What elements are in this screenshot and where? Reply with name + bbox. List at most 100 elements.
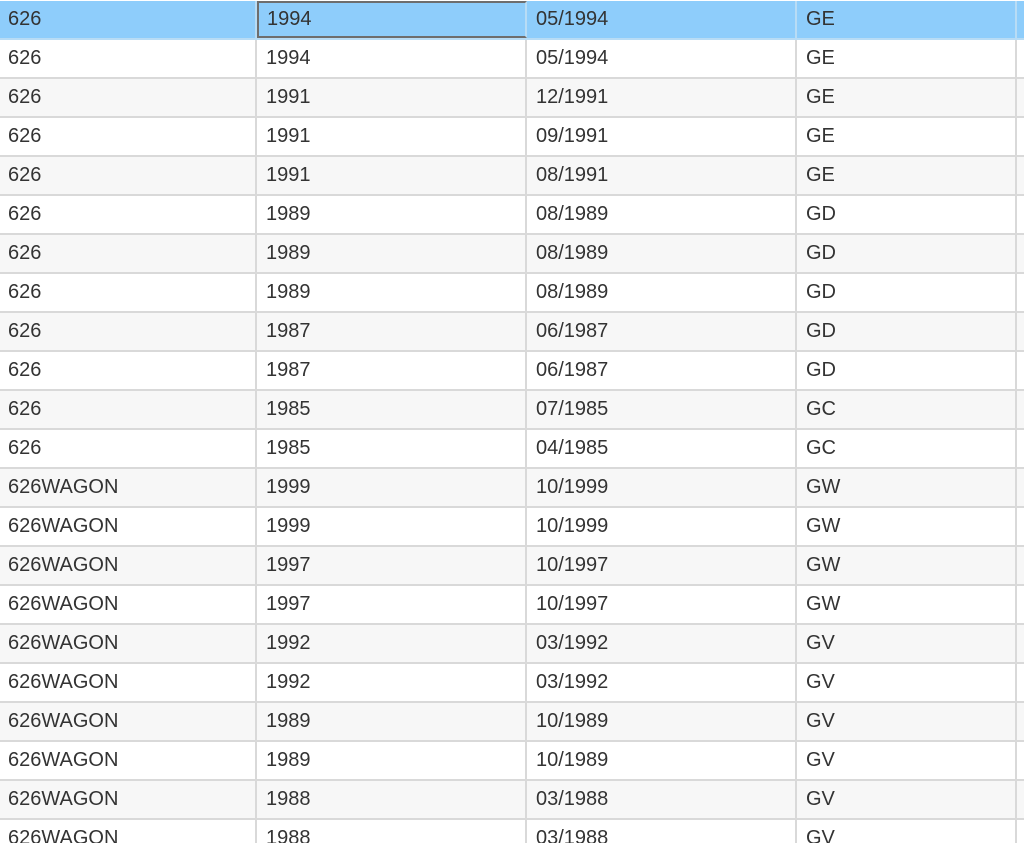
cell-year[interactable]: 1988 [257, 781, 527, 818]
cell-model[interactable]: 626 [0, 235, 257, 272]
cell-model[interactable]: 626WAGON [0, 547, 257, 584]
cell-year[interactable]: 1994 [257, 1, 527, 38]
table-row[interactable]: 626WAGON 1997 10/1997 GW [0, 547, 1024, 586]
table-row[interactable]: 626 1994 05/1994 GE [0, 1, 1024, 40]
table-row[interactable]: 626 1985 07/1985 GC [0, 391, 1024, 430]
cell-series-code[interactable]: GE [797, 118, 1017, 155]
cell-model[interactable]: 626WAGON [0, 625, 257, 662]
cell-series-code[interactable]: GV [797, 664, 1017, 701]
cell-series-code[interactable]: GE [797, 157, 1017, 194]
table-row[interactable]: 626 1987 06/1987 GD [0, 352, 1024, 391]
cell-series-code[interactable]: GC [797, 391, 1017, 428]
cell-production-date[interactable]: 05/1994 [527, 1, 797, 38]
table-row[interactable]: 626WAGON 1997 10/1997 GW [0, 586, 1024, 625]
cell-series-code[interactable]: GD [797, 352, 1017, 389]
cell-model[interactable]: 626WAGON [0, 664, 257, 701]
table-row[interactable]: 626 1994 05/1994 GE [0, 40, 1024, 79]
cell-year[interactable]: 1987 [257, 313, 527, 350]
cell-production-date[interactable]: 08/1991 [527, 157, 797, 194]
data-grid[interactable]: 626 1994 05/1994 GE 626 1994 05/1994 GE 626 1991 1… [0, 0, 1024, 843]
table-row[interactable]: 626 1991 08/1991 GE [0, 157, 1024, 196]
cell-model[interactable]: 626 [0, 274, 257, 311]
table-row[interactable]: 626WAGON 1992 03/1992 GV [0, 625, 1024, 664]
table-row[interactable]: 626WAGON 1992 03/1992 GV [0, 664, 1024, 703]
cell-production-date[interactable]: 03/1992 [527, 625, 797, 662]
cell-model[interactable]: 626 [0, 79, 257, 116]
cell-production-date[interactable]: 10/1999 [527, 469, 797, 506]
cell-model[interactable]: 626WAGON [0, 820, 257, 843]
cell-series-code[interactable]: GD [797, 196, 1017, 233]
cell-production-date[interactable]: 04/1985 [527, 430, 797, 467]
table-row[interactable]: 626WAGON 1999 10/1999 GW [0, 508, 1024, 547]
cell-series-code[interactable]: GV [797, 703, 1017, 740]
table-row[interactable]: 626 1991 12/1991 GE [0, 79, 1024, 118]
cell-production-date[interactable]: 03/1992 [527, 664, 797, 701]
cell-model[interactable]: 626 [0, 118, 257, 155]
cell-production-date[interactable]: 05/1994 [527, 40, 797, 77]
cell-production-date[interactable]: 08/1989 [527, 196, 797, 233]
cell-series-code[interactable]: GD [797, 313, 1017, 350]
cell-year[interactable]: 1991 [257, 157, 527, 194]
cell-series-code[interactable]: GV [797, 742, 1017, 779]
table-row[interactable]: 626 1985 04/1985 GC [0, 430, 1024, 469]
cell-year[interactable]: 1992 [257, 625, 527, 662]
cell-year[interactable]: 1991 [257, 118, 527, 155]
cell-year[interactable]: 1989 [257, 235, 527, 272]
cell-model[interactable]: 626 [0, 196, 257, 233]
cell-year[interactable]: 1985 [257, 430, 527, 467]
cell-series-code[interactable]: GW [797, 469, 1017, 506]
cell-year[interactable]: 1992 [257, 664, 527, 701]
cell-production-date[interactable]: 10/1999 [527, 508, 797, 545]
table-row[interactable]: 626WAGON 1988 03/1988 GV [0, 820, 1024, 843]
table-row[interactable]: 626WAGON 1989 10/1989 GV [0, 703, 1024, 742]
cell-year[interactable]: 1999 [257, 469, 527, 506]
cell-year[interactable]: 1985 [257, 391, 527, 428]
cell-year[interactable]: 1989 [257, 742, 527, 779]
cell-series-code[interactable]: GW [797, 586, 1017, 623]
cell-year[interactable]: 1989 [257, 274, 527, 311]
table-row[interactable]: 626 1989 08/1989 GD [0, 196, 1024, 235]
cell-production-date[interactable]: 07/1985 [527, 391, 797, 428]
cell-year[interactable]: 1997 [257, 547, 527, 584]
cell-series-code[interactable]: GC [797, 430, 1017, 467]
cell-year[interactable]: 1999 [257, 508, 527, 545]
table-row[interactable]: 626WAGON 1988 03/1988 GV [0, 781, 1024, 820]
cell-model[interactable]: 626WAGON [0, 469, 257, 506]
table-row[interactable]: 626 1989 08/1989 GD [0, 274, 1024, 313]
cell-series-code[interactable]: GV [797, 820, 1017, 843]
cell-year[interactable]: 1994 [257, 40, 527, 77]
cell-model[interactable]: 626 [0, 313, 257, 350]
cell-year[interactable]: 1989 [257, 703, 527, 740]
cell-year[interactable]: 1991 [257, 79, 527, 116]
cell-model[interactable]: 626WAGON [0, 781, 257, 818]
cell-year[interactable]: 1988 [257, 820, 527, 843]
cell-model[interactable]: 626 [0, 157, 257, 194]
cell-year[interactable]: 1997 [257, 586, 527, 623]
table-row[interactable]: 626WAGON 1989 10/1989 GV [0, 742, 1024, 781]
cell-model[interactable]: 626 [0, 352, 257, 389]
cell-model[interactable]: 626WAGON [0, 703, 257, 740]
cell-series-code[interactable]: GE [797, 1, 1017, 38]
cell-series-code[interactable]: GD [797, 235, 1017, 272]
table-row[interactable]: 626WAGON 1999 10/1999 GW [0, 469, 1024, 508]
cell-model[interactable]: 626WAGON [0, 586, 257, 623]
cell-series-code[interactable]: GE [797, 79, 1017, 116]
cell-series-code[interactable]: GV [797, 625, 1017, 662]
cell-series-code[interactable]: GW [797, 547, 1017, 584]
cell-production-date[interactable]: 09/1991 [527, 118, 797, 155]
cell-production-date[interactable]: 08/1989 [527, 274, 797, 311]
cell-production-date[interactable]: 03/1988 [527, 781, 797, 818]
cell-series-code[interactable]: GV [797, 781, 1017, 818]
cell-production-date[interactable]: 10/1997 [527, 547, 797, 584]
cell-series-code[interactable]: GE [797, 40, 1017, 77]
cell-year[interactable]: 1987 [257, 352, 527, 389]
cell-production-date[interactable]: 10/1989 [527, 703, 797, 740]
table-row[interactable]: 626 1989 08/1989 GD [0, 235, 1024, 274]
cell-model[interactable]: 626 [0, 40, 257, 77]
cell-model[interactable]: 626 [0, 430, 257, 467]
cell-production-date[interactable]: 06/1987 [527, 352, 797, 389]
cell-model[interactable]: 626 [0, 391, 257, 428]
cell-model[interactable]: 626 [0, 1, 257, 38]
cell-production-date[interactable]: 10/1989 [527, 742, 797, 779]
cell-series-code[interactable]: GW [797, 508, 1017, 545]
